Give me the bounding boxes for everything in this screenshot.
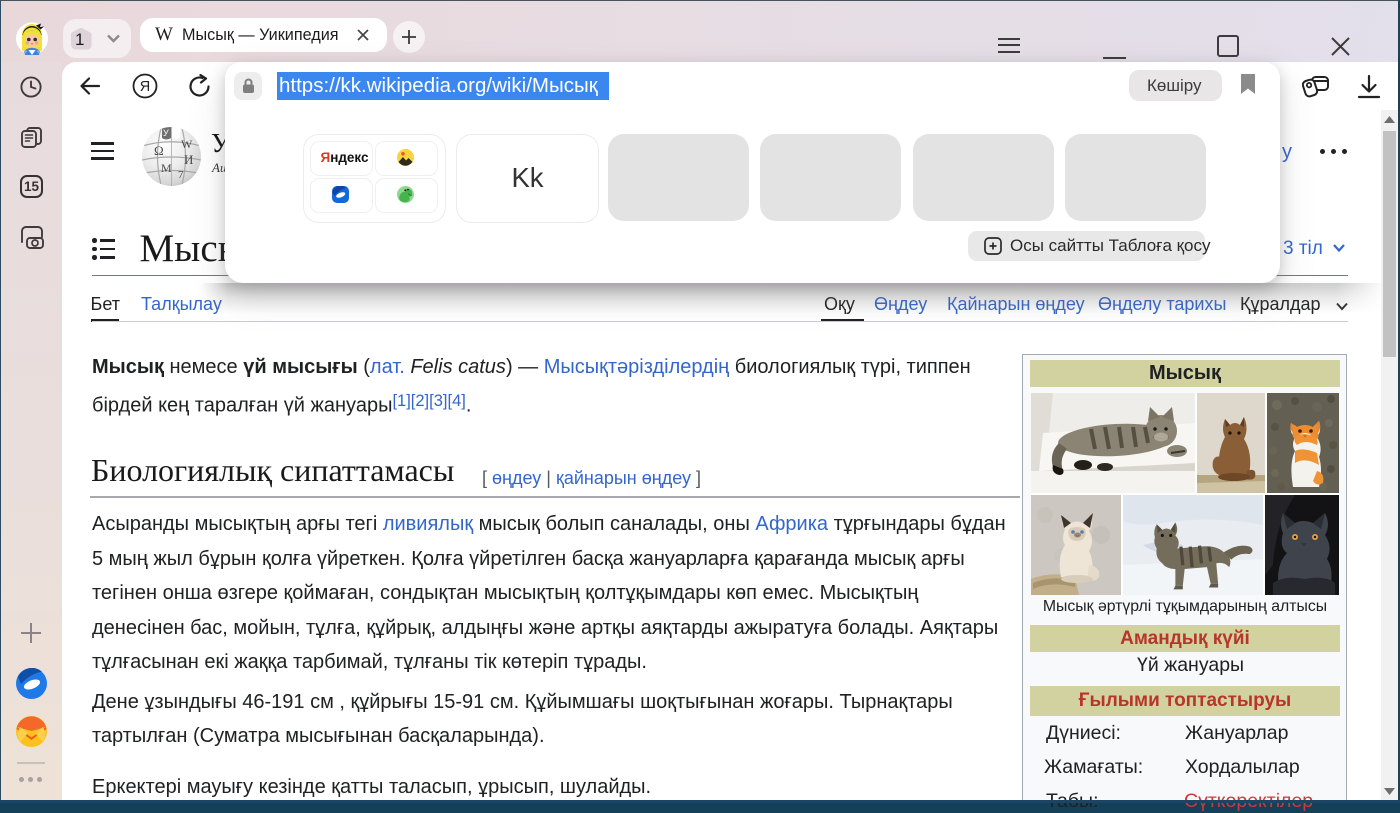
- svg-text:И: И: [184, 152, 193, 167]
- svg-text:Ω: Ω: [154, 143, 164, 158]
- svg-text:У: У: [163, 128, 169, 138]
- svg-text:М: М: [161, 161, 172, 175]
- svg-text:7: 7: [178, 169, 184, 181]
- svg-text:W: W: [181, 137, 193, 151]
- svg-text:Я: Я: [140, 79, 150, 95]
